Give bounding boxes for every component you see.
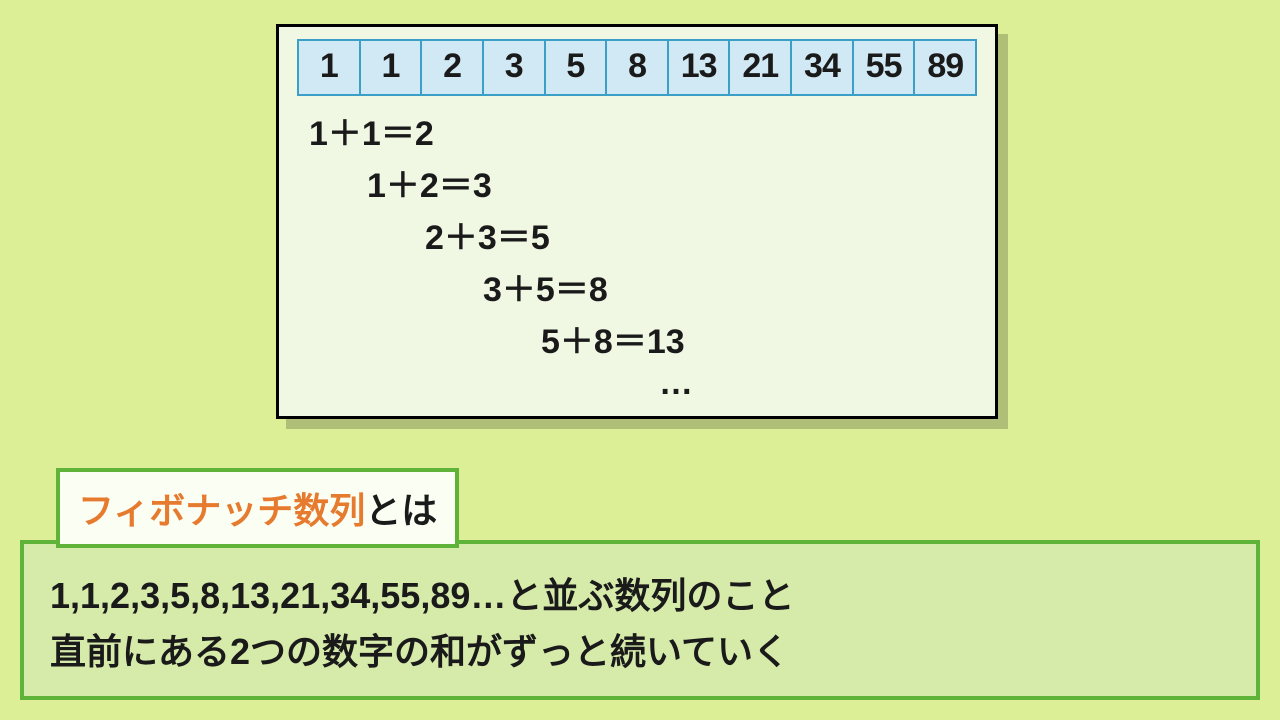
panel-inner: 1123581321345589 1＋1＝21＋2＝32＋3＝53＋5＝85＋8… [276, 24, 998, 419]
caption-line-1: 1,1,2,3,5,8,13,21,34,55,89…と並ぶ数列のこと [50, 568, 1230, 624]
sequence-cell: 1 [299, 41, 361, 94]
sequence-cell: 89 [915, 41, 975, 94]
sequence-cell: 5 [546, 41, 608, 94]
sequence-cell: 34 [792, 41, 854, 94]
caption-box: 1,1,2,3,5,8,13,21,34,55,89…と並ぶ数列のこと 直前にあ… [20, 540, 1260, 700]
sequence-cell: 21 [730, 41, 792, 94]
sequence-cell: 55 [854, 41, 916, 94]
caption-title: フィボナッチ数列とは [56, 468, 459, 548]
equation-line: 1＋2＝3 [367, 158, 492, 207]
equation-line: … [659, 364, 693, 403]
equation-line: 3＋5＝8 [483, 262, 608, 311]
caption-title-accent: フィボナッチ数列 [78, 490, 365, 531]
equation-line: 5＋8＝13 [541, 314, 685, 363]
sequence-cell: 2 [422, 41, 484, 94]
equation-line: 2＋3＝5 [425, 210, 550, 259]
sequence-cell: 13 [669, 41, 731, 94]
sequence-cell: 3 [484, 41, 546, 94]
diagram-panel: 1123581321345589 1＋1＝21＋2＝32＋3＝53＋5＝85＋8… [276, 24, 998, 419]
caption-title-rest: とは [365, 490, 437, 531]
equation-line: 1＋1＝2 [309, 106, 434, 155]
sequence-row: 1123581321345589 [297, 39, 977, 96]
sequence-cell: 8 [607, 41, 669, 94]
caption-line-2: 直前にある2つの数字の和がずっと続いていく [50, 624, 1230, 680]
sequence-cell: 1 [361, 41, 423, 94]
